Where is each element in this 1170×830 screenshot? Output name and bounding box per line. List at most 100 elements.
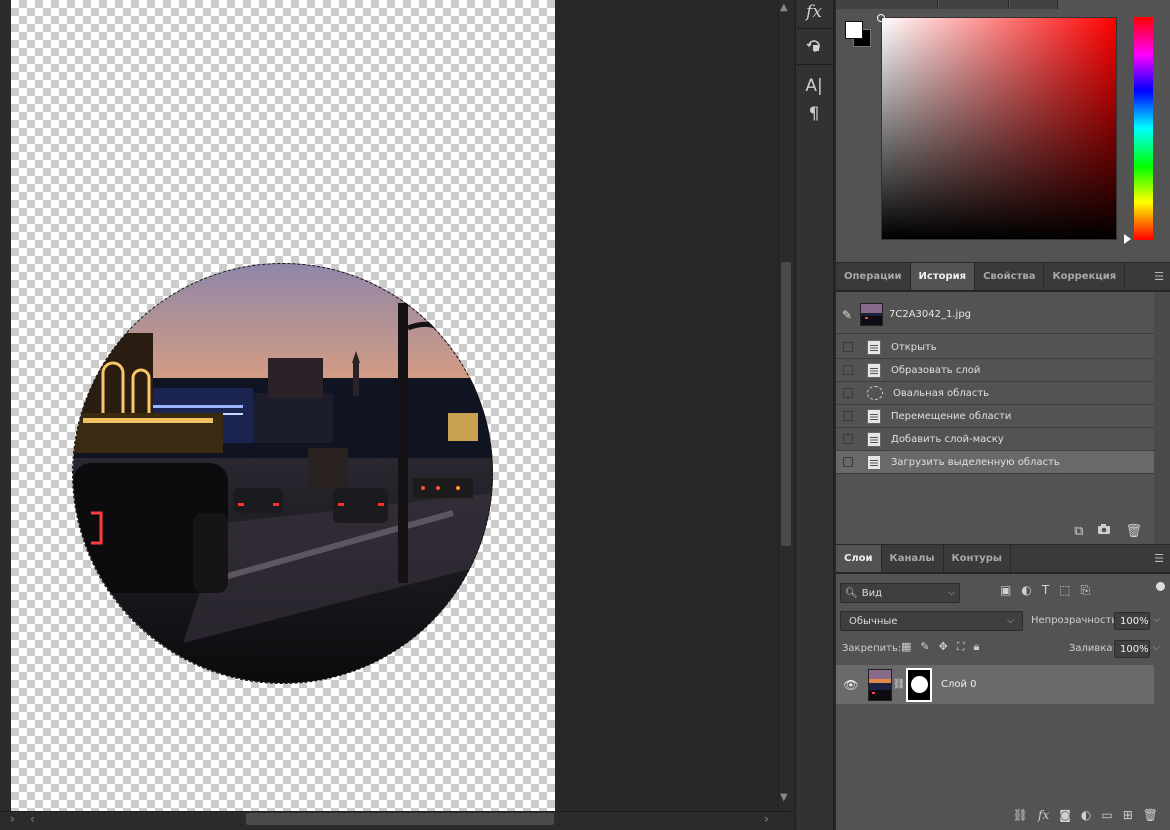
new-document-from-state-icon[interactable]: ⧉ xyxy=(1074,524,1083,539)
masked-photo[interactable] xyxy=(73,263,493,683)
search-icon: 🔍︎ xyxy=(845,587,858,599)
type-layer-filter-icon[interactable]: T xyxy=(1042,583,1049,598)
character-icon[interactable]: A| xyxy=(799,74,829,98)
color-tab-strip[interactable] xyxy=(836,0,938,9)
blend-mode-select[interactable]: Обычные ⌵ xyxy=(840,611,1023,631)
lock-position-icon[interactable]: ✥ xyxy=(939,640,948,654)
panel-menu-icon[interactable]: ☰ xyxy=(1148,545,1170,572)
fill-input[interactable]: 100% xyxy=(1114,640,1150,658)
strip-divider xyxy=(797,64,833,65)
foreground-color-swatch[interactable] xyxy=(845,21,863,39)
document-icon xyxy=(867,431,881,447)
oval-marquee-icon xyxy=(867,386,883,400)
history-snapshot[interactable]: ✎ 7C2A3042_1.jpg xyxy=(836,296,1154,334)
layer-mask-thumbnail[interactable] xyxy=(906,667,932,702)
trash-icon[interactable]: 🗑 xyxy=(1125,524,1142,539)
chevron-down-icon: ⌵ xyxy=(1007,616,1014,626)
history-step-label: Открыть xyxy=(891,341,937,353)
history-step[interactable]: Овальная область xyxy=(836,382,1154,405)
adjustment-layer-icon[interactable]: ◐ xyxy=(1081,808,1091,822)
history-step-checkbox[interactable] xyxy=(843,434,853,444)
lock-artboard-icon[interactable]: ⛶ xyxy=(957,640,965,654)
opacity-label: Непрозрачность: xyxy=(1031,615,1121,626)
history-step-checkbox[interactable] xyxy=(843,411,853,421)
pixel-layer-filter-icon[interactable]: ▣ xyxy=(1000,583,1011,598)
tab-layers[interactable]: Слои xyxy=(836,545,882,572)
scroll-right-icon[interactable]: › xyxy=(764,812,769,826)
color-tab-strip[interactable] xyxy=(939,0,1009,9)
add-mask-icon[interactable]: ◙ xyxy=(1059,808,1071,822)
snapshot-thumbnail xyxy=(860,303,883,326)
lock-icons: ▦ ✎ ✥ ⛶ 🔒︎ xyxy=(901,640,979,654)
history-brush-icon[interactable] xyxy=(799,34,829,58)
history-step-checkbox[interactable] xyxy=(843,388,853,398)
tab-actions[interactable]: Операции xyxy=(836,263,911,290)
document-icon xyxy=(867,339,881,355)
folder-icon[interactable]: ▭ xyxy=(1101,808,1112,822)
tab-properties[interactable]: Свойства xyxy=(975,263,1045,290)
color-tab-strip[interactable] xyxy=(1010,0,1058,9)
history-step-checkbox[interactable] xyxy=(843,365,853,375)
panel-menu-icon[interactable]: ☰ xyxy=(1148,263,1170,290)
opacity-input[interactable]: 100% xyxy=(1114,612,1150,630)
history-step-checkbox[interactable] xyxy=(843,342,853,352)
lock-brush-icon[interactable]: ✎ xyxy=(920,640,929,654)
tab-adjustments[interactable]: Коррекция xyxy=(1044,263,1126,290)
history-step[interactable]: Добавить слой-маску xyxy=(836,428,1154,451)
fx-icon[interactable]: fx xyxy=(1038,808,1049,822)
history-step[interactable]: Перемещение области xyxy=(836,405,1154,428)
history-step-label: Овальная область xyxy=(893,387,990,399)
chevron-down-icon[interactable]: ⌵ xyxy=(1153,615,1160,625)
history-step-label: Образовать слой xyxy=(891,364,981,376)
chain-link-icon[interactable]: ⛓ xyxy=(892,679,906,690)
chevron-down-icon[interactable]: ⌵ xyxy=(1153,643,1160,653)
fx-icon[interactable]: fx xyxy=(799,0,829,24)
tab-history[interactable]: История xyxy=(910,263,976,290)
smart-object-filter-icon[interactable]: ⎘ xyxy=(1081,583,1091,598)
color-picker-marker[interactable] xyxy=(877,14,885,22)
city-sunset-photo xyxy=(73,263,493,683)
tab-channels[interactable]: Каналы xyxy=(882,545,944,572)
tab-paths[interactable]: Контуры xyxy=(944,545,1011,572)
blend-mode-value: Обычные xyxy=(849,615,898,627)
layers-panel-tabs: Слои Каналы Контуры ☰ xyxy=(836,545,1170,573)
hue-slider-marker[interactable] xyxy=(1124,234,1131,244)
filter-toggle-switch[interactable] xyxy=(1156,582,1165,591)
layer-row[interactable]: 👁︎ ⛓ Слой 0 xyxy=(836,665,1154,704)
history-step[interactable]: Открыть xyxy=(836,336,1154,359)
scroll-down-icon[interactable]: ▼ xyxy=(780,792,788,803)
history-footer: ⧉ 🗑 xyxy=(836,518,1154,544)
shape-layer-filter-icon[interactable]: ⬚ xyxy=(1059,583,1070,598)
paragraph-icon[interactable]: ¶ xyxy=(799,102,829,126)
scroll-left-icon[interactable]: ‹ xyxy=(30,812,35,826)
history-brush-source-icon[interactable]: ✎ xyxy=(842,308,856,322)
snapshot-name: 7C2A3042_1.jpg xyxy=(889,309,972,320)
lock-transparent-icon[interactable]: ▦ xyxy=(901,640,911,654)
expand-arrow-icon[interactable]: › xyxy=(10,812,15,826)
history-panel-tabs: Операции История Свойства Коррекция ☰ xyxy=(836,263,1170,291)
horizontal-scroll-thumb[interactable] xyxy=(246,813,554,825)
layer-filter-value: Вид xyxy=(861,587,882,599)
layer-filter-select[interactable]: 🔍︎ Вид ⌵ xyxy=(840,583,960,603)
eye-icon[interactable]: 👁︎ xyxy=(836,678,866,692)
history-step-checkbox[interactable] xyxy=(843,457,853,467)
saturation-brightness-field[interactable] xyxy=(881,17,1117,240)
lock-all-icon[interactable]: 🔒︎ xyxy=(974,640,980,654)
camera-snapshot-icon[interactable] xyxy=(1097,523,1111,539)
new-layer-icon[interactable]: ⊞ xyxy=(1123,808,1133,822)
history-step-label: Загрузить выделенную область xyxy=(891,456,1060,468)
layer-name[interactable]: Слой 0 xyxy=(941,679,977,690)
history-step-active[interactable]: Загрузить выделенную область xyxy=(836,451,1154,474)
layers-footer: ⛓ fx ◙ ◐ ▭ ⊞ 🗑 xyxy=(836,804,1170,826)
hue-slider[interactable] xyxy=(1134,17,1153,240)
link-layers-icon[interactable]: ⛓ xyxy=(1013,808,1028,822)
vertical-scroll-thumb[interactable] xyxy=(781,262,791,546)
history-step[interactable]: Образовать слой xyxy=(836,359,1154,382)
document-icon xyxy=(867,362,881,378)
history-scrollbar[interactable] xyxy=(1154,292,1170,544)
scroll-up-icon[interactable]: ▲ xyxy=(780,2,788,13)
trash-icon[interactable]: 🗑 xyxy=(1143,808,1158,822)
layer-thumbnail[interactable] xyxy=(868,668,892,701)
document-icon xyxy=(867,408,881,424)
adjustment-layer-filter-icon[interactable]: ◐ xyxy=(1021,583,1031,598)
